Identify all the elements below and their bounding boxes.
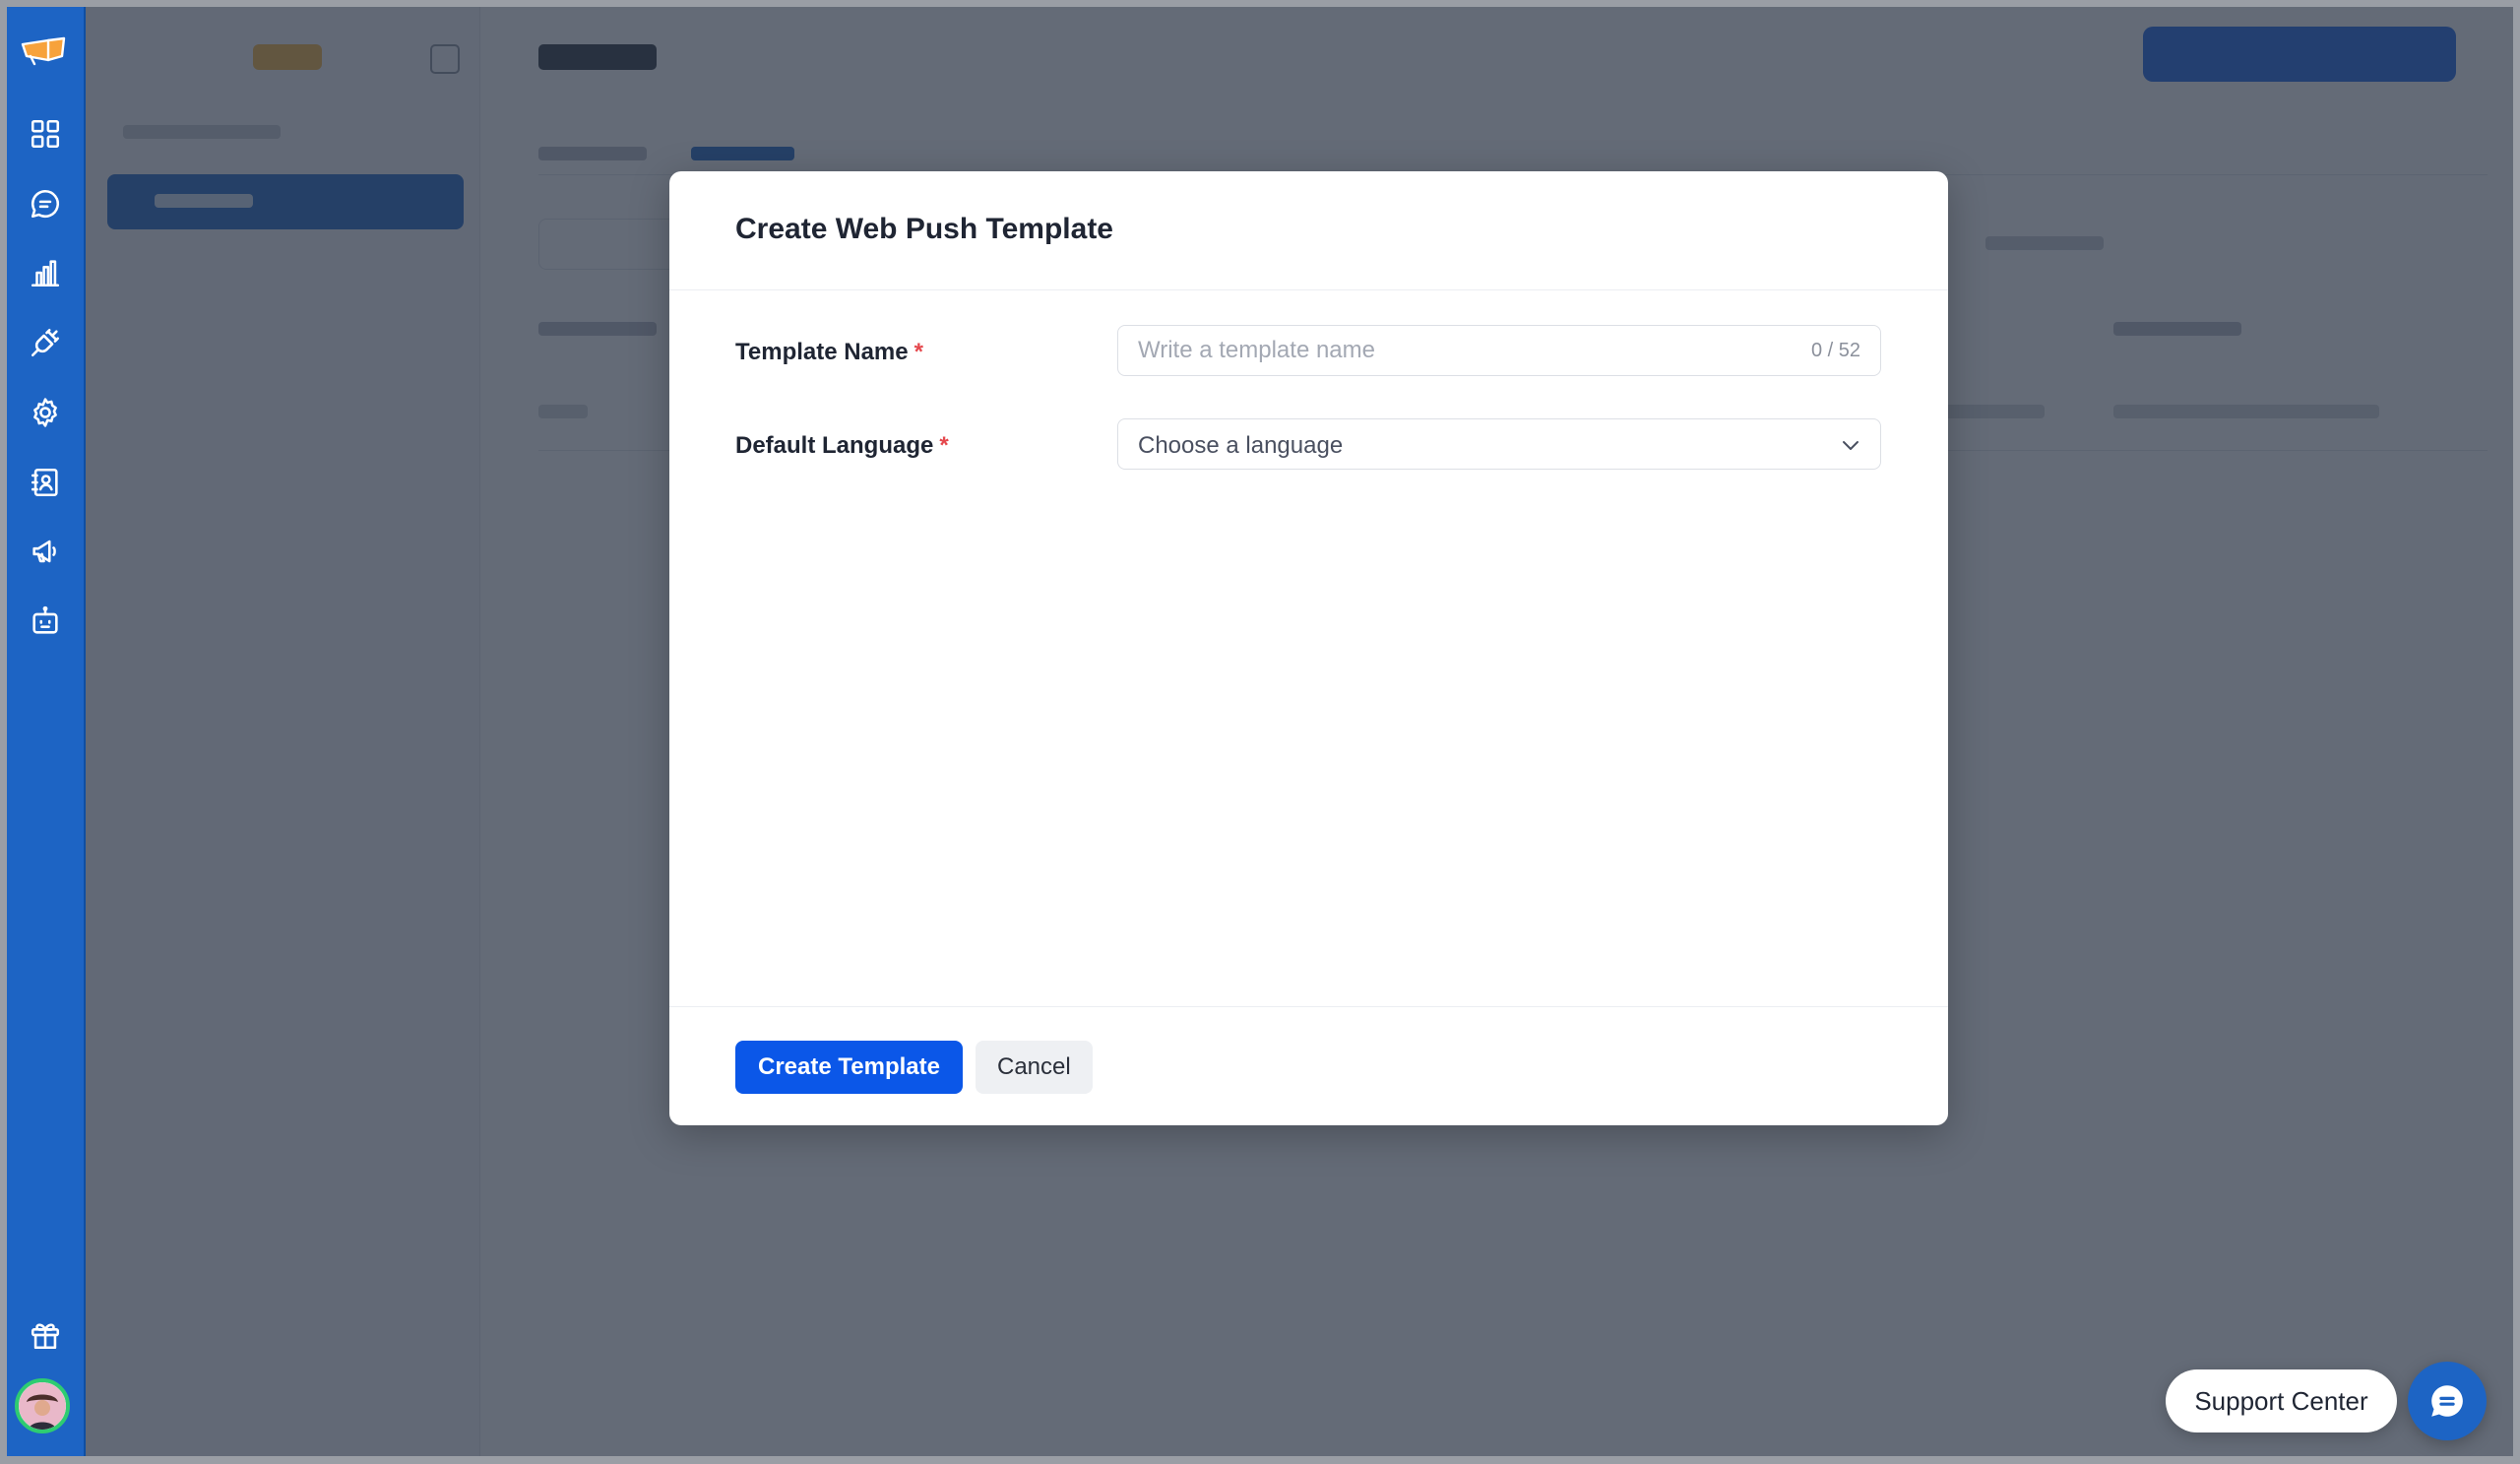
dashboard-icon: [31, 119, 60, 149]
dashboard-nav-item[interactable]: [7, 106, 84, 161]
avatar[interactable]: [15, 1378, 70, 1433]
template-name-label-text: Template Name: [735, 339, 909, 365]
required-marker: *: [939, 432, 949, 459]
template-name-input[interactable]: [1138, 326, 1768, 375]
dialog-title: Create Web Push Template: [735, 213, 1113, 245]
chat-nav-item[interactable]: [7, 176, 84, 231]
support-chat-button[interactable]: [2408, 1362, 2487, 1440]
contacts-icon: [31, 468, 58, 497]
chevron-down-icon: [1843, 441, 1858, 450]
dialog-header: Create Web Push Template: [669, 171, 1948, 290]
settings-nav-item[interactable]: [7, 385, 84, 440]
chat-icon: [31, 189, 59, 219]
logo-icon[interactable]: [19, 34, 70, 68]
create-template-button[interactable]: Create Template: [735, 1041, 963, 1094]
default-language-label-text: Default Language: [735, 432, 934, 459]
default-language-value: Choose a language: [1138, 432, 1344, 459]
required-marker: *: [914, 339, 923, 365]
character-counter: 0 / 52: [1810, 340, 1860, 361]
nav-rail: [7, 7, 86, 1456]
analytics-icon: [31, 260, 60, 287]
avatar-image: [19, 1382, 66, 1430]
integrations-nav-item[interactable]: [7, 315, 84, 370]
integrations-icon: [31, 328, 60, 357]
gift-nav-item[interactable]: [7, 1307, 84, 1363]
support-center-button[interactable]: Support Center: [2166, 1369, 2397, 1432]
gift-icon: [31, 1323, 60, 1350]
bot-icon: [32, 605, 58, 634]
create-web-push-template-dialog: Create Web Push Template Template Name * …: [669, 171, 1948, 1125]
cancel-button[interactable]: Cancel: [976, 1041, 1093, 1094]
template-name-label: Template Name *: [735, 339, 923, 366]
default-language-label: Default Language *: [735, 432, 949, 460]
template-name-field[interactable]: 0 / 52: [1117, 325, 1881, 376]
settings-icon: [33, 398, 57, 427]
contacts-nav-item[interactable]: [7, 455, 84, 510]
chat-bubble-icon: [2431, 1385, 2463, 1417]
campaigns-nav-item[interactable]: [7, 524, 84, 579]
app-window: Create Web Push Template Template Name * …: [7, 7, 2513, 1456]
dialog-footer: Create Template Cancel: [669, 1006, 1948, 1125]
campaigns-icon: [32, 540, 56, 563]
analytics-nav-item[interactable]: [7, 245, 84, 300]
bot-nav-item[interactable]: [7, 594, 84, 649]
default-language-select[interactable]: Choose a language: [1117, 418, 1881, 470]
